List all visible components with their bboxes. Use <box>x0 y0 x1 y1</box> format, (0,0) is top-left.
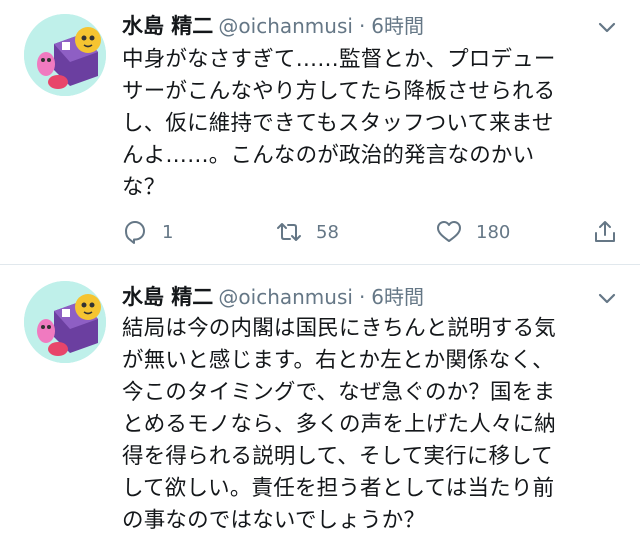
separator-dot: · <box>358 285 366 309</box>
tweet[interactable]: 水島 精二 @oichanmusi · 6時間 結局は今の内閣は国民にきちんと説明す… <box>0 265 640 549</box>
avatar[interactable] <box>24 14 106 96</box>
author-name[interactable]: 水島 精二 <box>122 285 213 309</box>
chevron-down-icon[interactable] <box>596 16 618 38</box>
retweet-icon <box>277 223 301 241</box>
avatar-image <box>24 281 106 363</box>
share-button[interactable] <box>592 212 618 252</box>
tweet-text: 中身がなさすぎて……監督とか、プロデュー サーがこんなやり方してたら降板させられ… <box>122 47 556 200</box>
avatar-image <box>24 14 106 96</box>
retweet-count: 58 <box>316 221 339 243</box>
tweet[interactable]: 水島 精二 @oichanmusi · 6時間 中身がなさすぎて……監督とか、プロデ… <box>0 0 640 264</box>
tweet-actions: 1 58 180 <box>122 212 622 252</box>
timestamp[interactable]: 6時間 <box>371 14 424 38</box>
reply-button[interactable]: 1 <box>122 212 173 252</box>
author-name[interactable]: 水島 精二 <box>122 14 213 38</box>
tweet-text: 結局は今の内閣は国民にきちんと説明する気 が無いと感じます。右とか左とか関係なく… <box>122 316 557 533</box>
separator-dot: · <box>358 14 366 38</box>
like-button[interactable]: 180 <box>436 212 510 252</box>
tweet-header: 水島 精二 @oichanmusi · 6時間 <box>122 281 424 311</box>
author-handle[interactable]: @oichanmusi <box>218 14 353 38</box>
share-icon <box>595 221 615 242</box>
timestamp[interactable]: 6時間 <box>371 285 424 309</box>
retweet-button[interactable]: 58 <box>276 212 339 252</box>
reply-count: 1 <box>162 221 174 243</box>
like-count: 180 <box>476 221 511 243</box>
heart-icon <box>437 221 461 242</box>
chevron-down-icon[interactable] <box>596 287 618 309</box>
avatar[interactable] <box>24 281 106 363</box>
reply-icon <box>125 221 145 244</box>
tweet-header: 水島 精二 @oichanmusi · 6時間 <box>122 10 424 40</box>
author-handle[interactable]: @oichanmusi <box>218 285 353 309</box>
